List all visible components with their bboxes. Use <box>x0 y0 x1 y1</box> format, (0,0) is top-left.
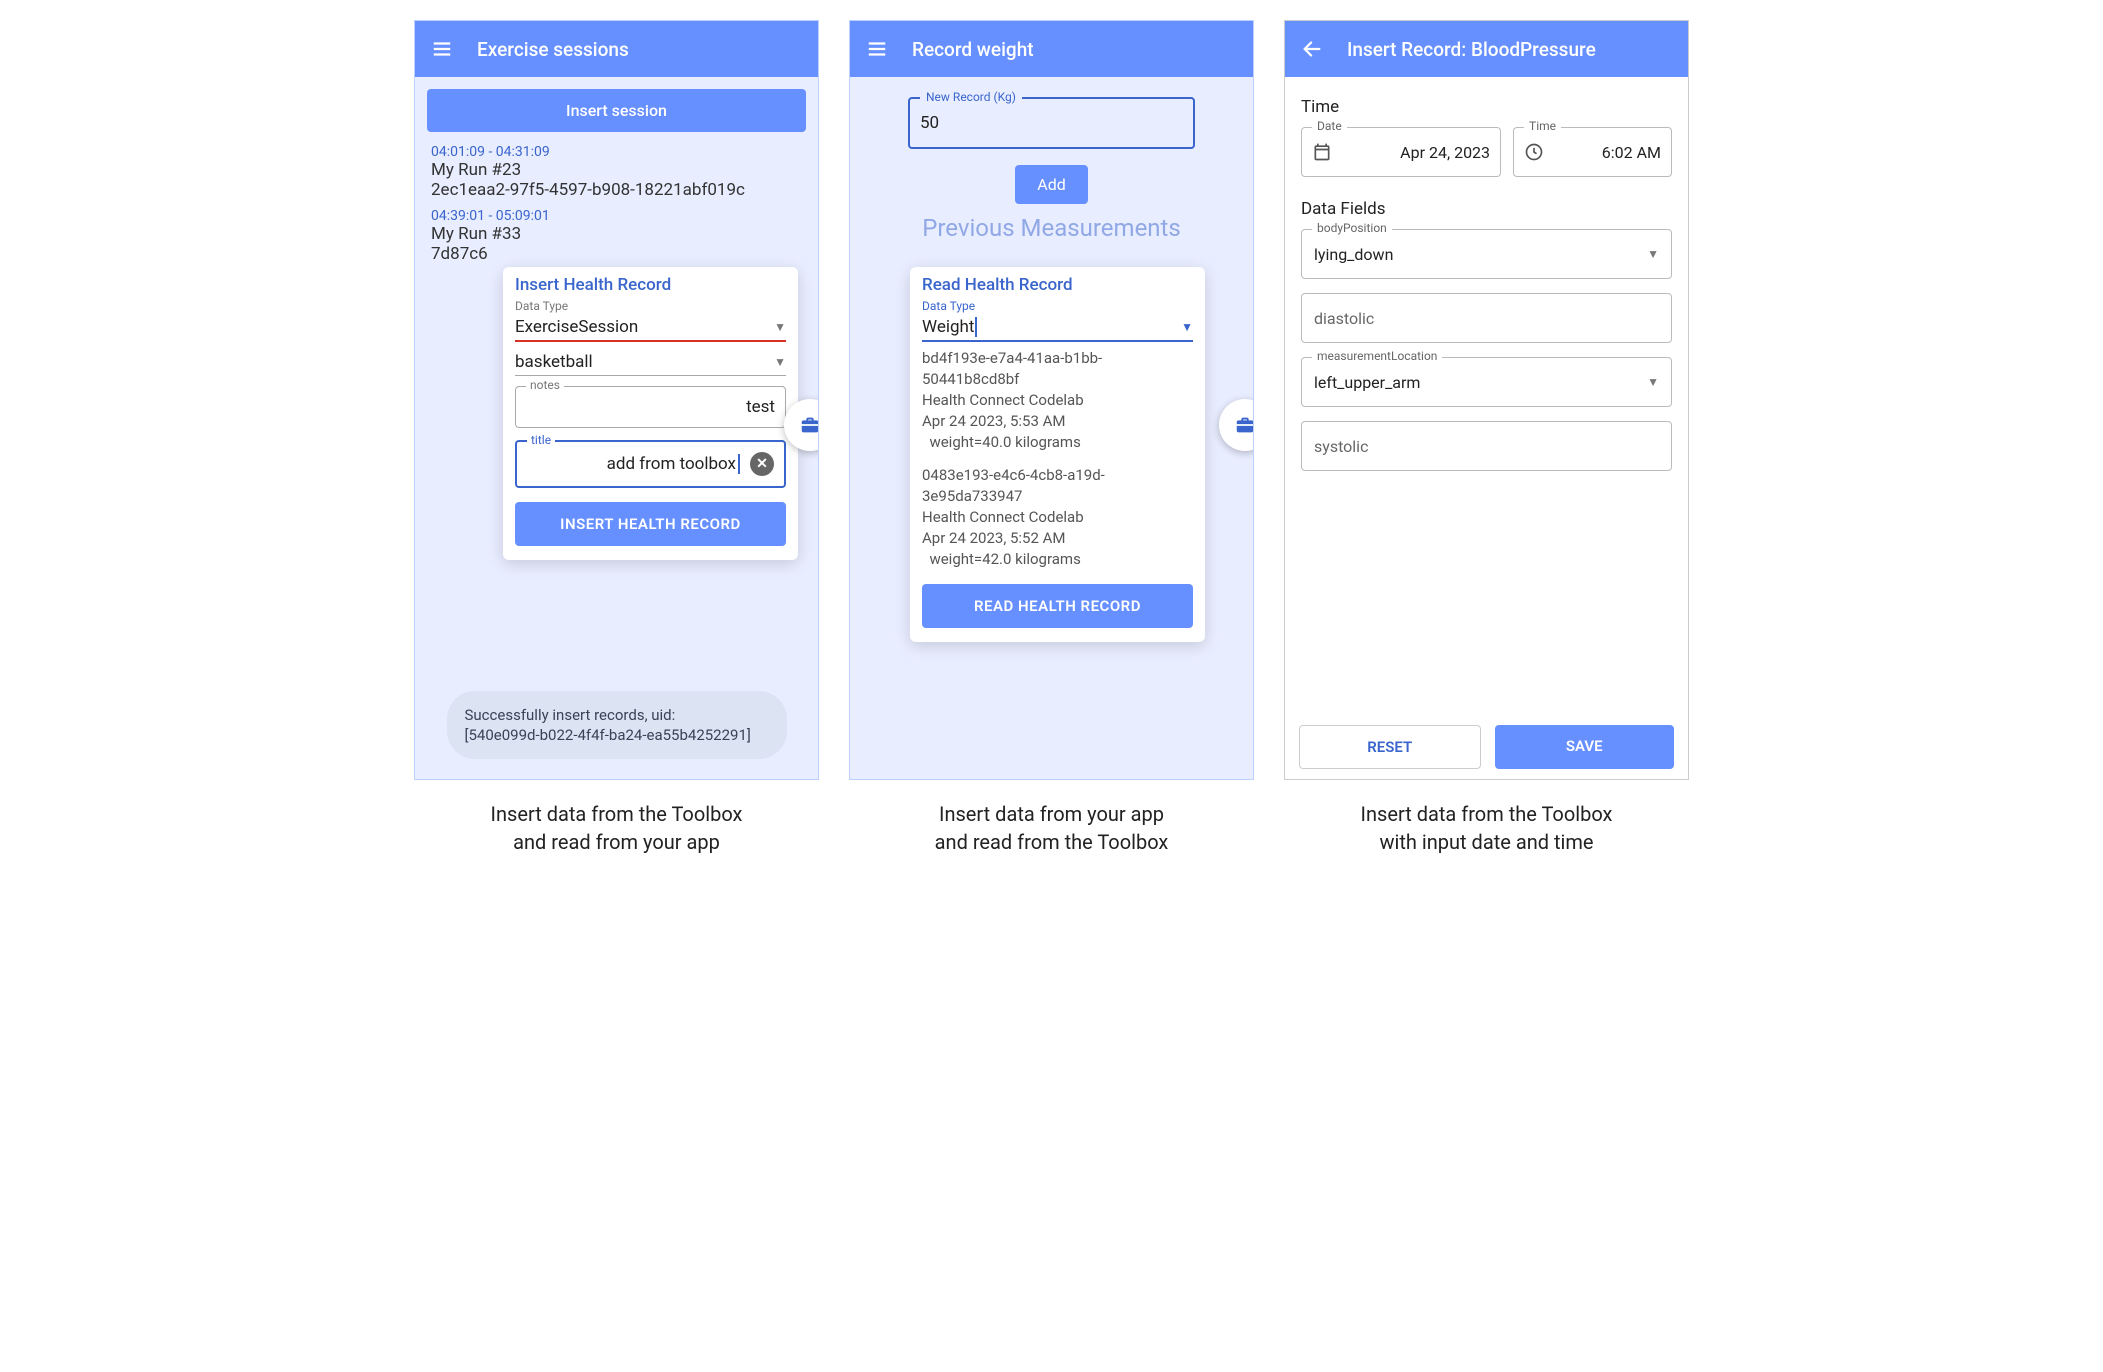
calendar-icon <box>1312 142 1332 162</box>
session-uuid: 7d87c6 <box>431 244 802 264</box>
data-type-value: Weight <box>922 317 977 337</box>
add-button[interactable]: Add <box>1015 165 1087 204</box>
session-uuid: 2ec1eaa2-97f5-4597-b908-18221abf019c <box>431 180 802 200</box>
phone-screen-2: Record weight New Record (Kg) 50 Add Pre… <box>849 20 1254 780</box>
chevron-down-icon: ▼ <box>1181 320 1193 334</box>
exercise-type-select[interactable]: basketball ▼ <box>515 348 786 376</box>
systolic-placeholder: systolic <box>1314 437 1368 456</box>
data-type-label: Data Type <box>922 299 1193 313</box>
previous-measurements-heading: Previous Measurements <box>868 214 1235 242</box>
clear-icon[interactable]: ✕ <box>750 452 774 476</box>
clock-icon <box>1524 142 1544 162</box>
read-health-record-dialog: Read Health Record Data Type Weight ▼ bd… <box>910 267 1205 642</box>
diastolic-placeholder: diastolic <box>1314 309 1374 328</box>
app-bar: Insert Record: BloodPressure <box>1285 21 1688 77</box>
notes-label: notes <box>526 378 564 392</box>
caption: Insert data from the Toolbox and read fr… <box>491 800 743 856</box>
new-record-label: New Record (Kg) <box>920 90 1022 104</box>
chevron-down-icon: ▼ <box>774 320 786 334</box>
app-bar-title: Insert Record: BloodPressure <box>1347 38 1596 61</box>
briefcase-icon <box>1234 414 1254 436</box>
phone-screen-1: Exercise sessions Insert session 04:01:0… <box>414 20 819 780</box>
session-time: 04:01:09 - 04:31:09 <box>431 144 802 160</box>
session-name: My Run #23 <box>431 160 802 180</box>
record-item: 0483e193-e4c6-4cb8-a19d-3e95da733947 Hea… <box>922 465 1193 570</box>
read-health-record-button[interactable]: READ HEALTH RECORD <box>922 584 1193 628</box>
date-picker[interactable]: Date Apr 24, 2023 <box>1301 127 1501 177</box>
data-type-select[interactable]: Weight ▼ <box>922 313 1193 342</box>
date-value: Apr 24, 2023 <box>1344 143 1490 162</box>
briefcase-icon <box>799 414 819 436</box>
read-results: bd4f193e-e7a4-41aa-b1bb-50441b8cd8bf Hea… <box>922 348 1193 570</box>
new-record-value: 50 <box>920 113 939 133</box>
systolic-input[interactable]: systolic <box>1301 421 1672 471</box>
measurement-location-select[interactable]: measurementLocation left_upper_arm ▼ <box>1301 357 1672 407</box>
time-label: Time <box>1524 119 1561 133</box>
body-position-label: bodyPosition <box>1312 221 1392 235</box>
reset-button[interactable]: RESET <box>1299 725 1481 769</box>
session-name: My Run #33 <box>431 224 802 244</box>
insert-session-button[interactable]: Insert session <box>427 89 806 132</box>
body-position-select[interactable]: bodyPosition lying_down ▼ <box>1301 229 1672 279</box>
chevron-down-icon: ▼ <box>1647 375 1659 389</box>
diastolic-input[interactable]: diastolic <box>1301 293 1672 343</box>
data-type-select[interactable]: ExerciseSession ▼ <box>515 313 786 342</box>
app-bar: Record weight <box>850 21 1253 77</box>
app-bar: Exercise sessions <box>415 21 818 77</box>
body-position-value: lying_down <box>1314 245 1393 264</box>
snackbar: Successfully insert records, uid: [540e0… <box>447 691 787 760</box>
time-heading: Time <box>1301 97 1672 117</box>
dialog-title: Insert Health Record <box>515 275 786 295</box>
snackbar-line1: Successfully insert records, uid: <box>465 705 769 725</box>
notes-value: test <box>746 397 775 417</box>
time-picker[interactable]: Time 6:02 AM <box>1513 127 1672 177</box>
insert-health-record-button[interactable]: INSERT HEALTH RECORD <box>515 502 786 546</box>
title-input[interactable]: title add from toolbox ✕ <box>515 440 786 488</box>
insert-health-record-dialog: Insert Health Record Data Type ExerciseS… <box>503 267 798 560</box>
data-fields-heading: Data Fields <box>1301 199 1672 219</box>
time-value: 6:02 AM <box>1556 143 1661 162</box>
session-time: 04:39:01 - 05:09:01 <box>431 208 802 224</box>
data-type-value: ExerciseSession <box>515 317 638 337</box>
snackbar-line2: [540e099d-b022-4f4f-ba24-ea55b4252291] <box>465 725 769 745</box>
title-value: add from toolbox <box>607 454 740 474</box>
new-record-input[interactable]: New Record (Kg) 50 <box>908 97 1195 149</box>
phone-screen-3: Insert Record: BloodPressure Time Date A… <box>1284 20 1689 780</box>
hamburger-icon[interactable] <box>866 38 888 60</box>
exercise-type-value: basketball <box>515 352 593 372</box>
toolbox-fab[interactable] <box>1219 399 1254 451</box>
list-item[interactable]: 04:01:09 - 04:31:09 My Run #23 2ec1eaa2-… <box>423 140 810 204</box>
caption: Insert data from your app and read from … <box>935 800 1169 856</box>
notes-input[interactable]: notes test <box>515 386 786 428</box>
title-label: title <box>527 433 555 447</box>
date-label: Date <box>1312 119 1347 133</box>
hamburger-icon[interactable] <box>431 38 453 60</box>
list-item[interactable]: 04:39:01 - 05:09:01 My Run #33 7d87c6 <box>423 204 810 268</box>
footer-actions: RESET SAVE <box>1285 725 1688 769</box>
back-arrow-icon[interactable] <box>1301 38 1323 60</box>
dialog-title: Read Health Record <box>922 275 1193 295</box>
measurement-location-value: left_upper_arm <box>1314 373 1420 392</box>
caption: Insert data from the Toolbox with input … <box>1361 800 1613 856</box>
record-item: bd4f193e-e7a4-41aa-b1bb-50441b8cd8bf Hea… <box>922 348 1193 453</box>
app-bar-title: Record weight <box>912 38 1034 61</box>
app-bar-title: Exercise sessions <box>477 38 629 61</box>
save-button[interactable]: SAVE <box>1495 725 1675 769</box>
data-type-label: Data Type <box>515 299 786 313</box>
chevron-down-icon: ▼ <box>1647 247 1659 261</box>
chevron-down-icon: ▼ <box>774 355 786 369</box>
measurement-location-label: measurementLocation <box>1312 349 1442 363</box>
